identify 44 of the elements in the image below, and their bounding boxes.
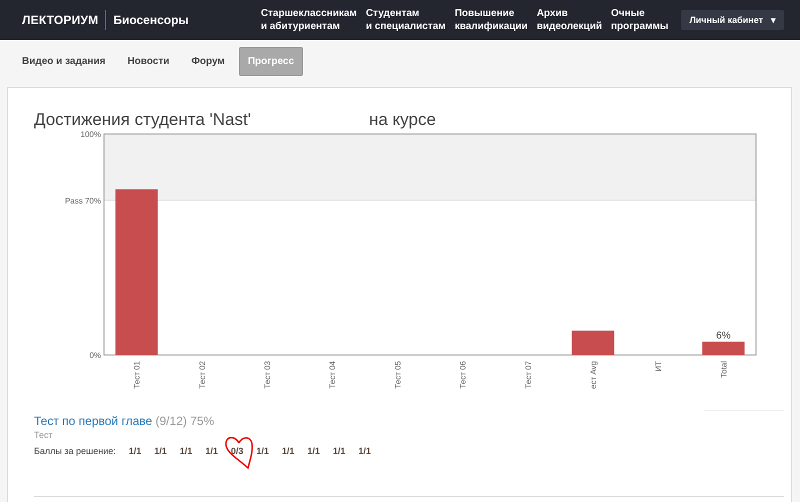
nav-link[interactable]: Очные программы	[611, 7, 668, 33]
problem-score: 1/1	[332, 446, 346, 456]
problem-score: 1/1	[358, 446, 371, 456]
logo[interactable]: ЛЕКТОРИУМ	[22, 13, 98, 27]
nav-link[interactable]: Архив видеолекций	[536, 7, 602, 33]
account-button[interactable]: Личный кабинет ▾	[681, 10, 784, 30]
nav-link[interactable]: Студентам и специалистам	[366, 7, 446, 33]
axis-label: Pass 70%	[64, 196, 101, 206]
problem-score: 1/1	[307, 446, 320, 456]
axis-label: Тест 05	[393, 361, 402, 389]
data-label: 6%	[716, 330, 731, 342]
axis-label: Тест 01	[132, 361, 142, 389]
problem-score: 1/1	[205, 446, 218, 456]
nav-link[interactable]: Старшеклассникам и абитуриентам	[260, 7, 357, 33]
bar	[572, 330, 614, 355]
page-title: на курсе	[368, 110, 436, 130]
tab[interactable]: Новости	[119, 48, 178, 74]
axis-label: Тест 06	[458, 361, 468, 389]
axis-label: 100%	[80, 130, 101, 139]
nav-link[interactable]: Повышение квалификации	[454, 7, 528, 33]
problem-score: 1/1	[282, 446, 294, 456]
axis-label: Тест 07	[524, 361, 533, 389]
tab[interactable]: Форум	[183, 48, 233, 74]
heart-annotation	[222, 434, 255, 470]
axis-label: ест Avg	[589, 361, 598, 389]
axis-label: 0%	[89, 351, 101, 360]
axis-label: Тест 03	[263, 361, 272, 389]
problem-score: 0/3	[230, 446, 244, 456]
section-link[interactable]: Тест по первой главе	[34, 414, 152, 428]
scores-label: Баллы за решение:	[34, 446, 116, 456]
problem-score: 1/1	[180, 446, 192, 456]
bar	[702, 342, 745, 355]
course-title: Биосенсоры	[113, 13, 189, 27]
problem-score: 1/1	[128, 446, 142, 456]
section-type: Тест	[34, 430, 54, 440]
axis-label: Total	[719, 361, 728, 378]
problem-score: 1/1	[256, 446, 269, 456]
tab[interactable]: Видео и задания	[14, 48, 114, 74]
axis-label: Тест 02	[198, 361, 207, 389]
page-title: Достижения студента 'Nast'	[34, 110, 251, 130]
problem-score: 1/1	[154, 446, 167, 456]
axis-label: Тест 04	[328, 361, 338, 389]
section-score: (9/12) 75%	[156, 414, 214, 428]
axis-label: ИТ	[654, 361, 664, 372]
